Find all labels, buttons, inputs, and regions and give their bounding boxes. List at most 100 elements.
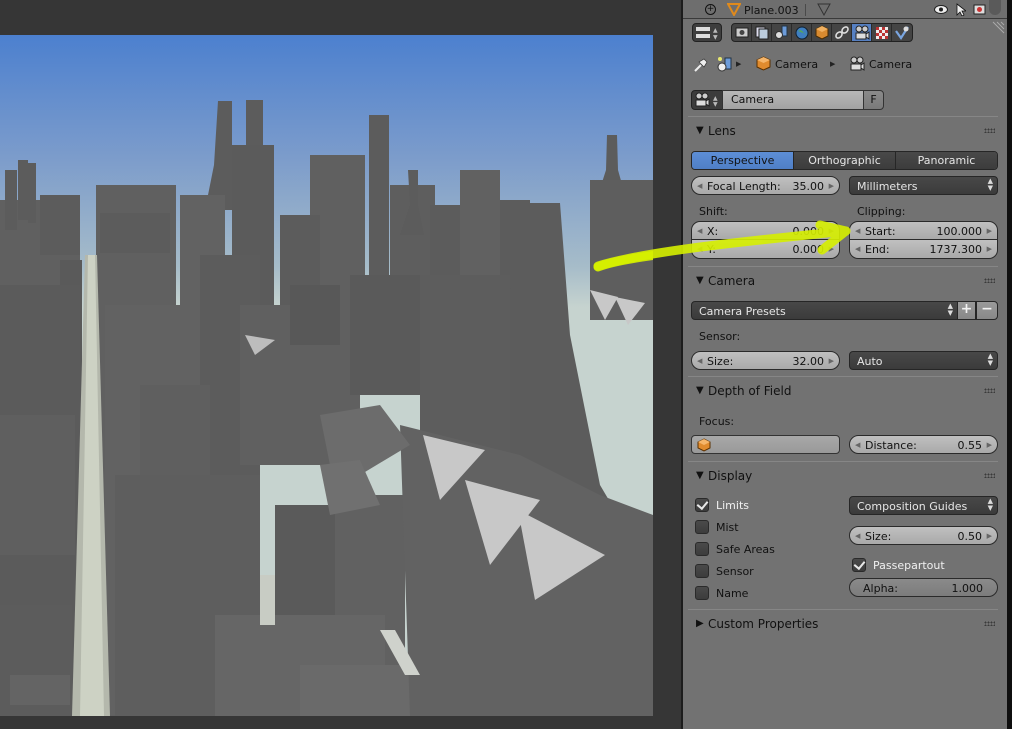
camera-presets-dropdown[interactable]: Camera Presets ▲ ▼ [691,301,958,320]
clip-end-field[interactable]: ◀ End: 1737.300 ▶ [849,240,998,259]
increment-arrow-icon[interactable]: ▶ [987,532,992,540]
viewport-bottom-border [0,716,653,729]
increment-arrow-icon[interactable]: ▶ [987,245,992,253]
dropdown-value: Auto [857,355,883,368]
tab-constraints[interactable] [832,24,852,41]
lens-unit-dropdown[interactable]: Millimeters ▲ ▼ [849,176,998,195]
properties-editor-icon: ▲▼ [696,27,718,41]
projection-orthographic[interactable]: Orthographic [794,152,896,169]
focal-length-field[interactable]: ◀ Focal Length: 35.00 ▶ [691,176,840,195]
3d-viewport[interactable] [0,0,683,729]
tab-render-layers[interactable] [752,24,772,41]
sensor-label: Sensor: [699,330,741,343]
tab-particles[interactable] [892,24,912,41]
mist-checkbox[interactable] [695,520,709,534]
outliner-row[interactable]: + Plane.003 [683,0,1007,19]
tab-texture[interactable] [872,24,892,41]
field-label: Size: [707,355,734,368]
collapse-triangle-icon: ▼ [696,125,704,136]
panel-drag-handle[interactable] [984,388,995,393]
focus-object-field[interactable] [691,435,840,454]
decrement-arrow-icon[interactable]: ◀ [697,227,702,235]
field-label: Distance: [865,439,917,452]
breadcrumb-object: Camera [775,58,819,71]
decrement-arrow-icon[interactable]: ◀ [855,441,860,449]
field-label: Start: [865,225,896,238]
panel-drag-handle[interactable] [984,278,995,283]
increment-arrow-icon[interactable]: ▶ [829,357,834,365]
world-icon [795,26,808,40]
focus-distance-field[interactable]: ◀ Distance: 0.55 ▶ [849,435,998,454]
tab-world[interactable] [792,24,812,41]
clip-start-field[interactable]: ◀ Start: 100.000 ▶ [849,221,998,240]
selectable-cursor-icon[interactable] [956,3,966,16]
sensor-checkbox[interactable] [695,564,709,578]
panel-drag-handle[interactable] [984,128,995,133]
updown-arrows-icon: ▲ ▼ [987,177,993,192]
display-panel-header[interactable]: ▼ Display [683,466,1007,486]
expand-icon[interactable]: + [705,4,716,15]
separator [805,4,806,16]
decrement-arrow-icon[interactable]: ◀ [697,357,702,365]
pin-icon[interactable] [693,57,709,73]
decrement-arrow-icon[interactable]: ◀ [697,245,702,253]
name-checkbox[interactable] [695,586,709,600]
increment-arrow-icon[interactable]: ▶ [987,441,992,449]
object-icon [815,25,828,40]
collapse-triangle-icon: ▼ [696,385,704,396]
editor-type-button[interactable]: ▲ ▼ [692,23,722,42]
decrement-arrow-icon[interactable]: ◀ [697,182,702,190]
svg-text:▲: ▲ [713,27,718,34]
panel-drag-handle[interactable] [984,473,995,478]
decrement-arrow-icon[interactable]: ◀ [855,532,860,540]
sensor-fit-dropdown[interactable]: Auto ▲ ▼ [849,351,998,370]
shift-y-field[interactable]: ◀ Y: 0.000 ▶ [691,240,840,259]
browse-camera-button[interactable]: ▲ ▼ [691,90,723,110]
projection-perspective[interactable]: Perspective [692,152,794,169]
particles-icon [895,26,909,40]
limits-checkbox[interactable] [695,498,709,512]
scene-icon [774,25,787,39]
camera-name-field[interactable]: Camera [722,90,864,110]
display-size-field[interactable]: ◀ Size: 0.50 ▶ [849,526,998,545]
fake-user-button[interactable]: F [863,90,884,110]
composition-guides-dropdown[interactable]: Composition Guides ▲ ▼ [849,496,998,515]
add-preset-button[interactable]: + [957,301,976,320]
camera-panel-header[interactable]: ▼ Camera [683,271,1007,291]
sensor-size-field[interactable]: ◀ Size: 32.00 ▶ [691,351,840,370]
outliner-scrollbar[interactable] [989,0,1001,15]
context-tab-group [731,23,913,42]
outliner-object-name[interactable]: Plane.003 [744,4,799,17]
camera-view-render[interactable] [0,35,653,716]
svg-text:▼: ▼ [713,101,718,108]
dof-panel-header[interactable]: ▼ Depth of Field [683,381,1007,401]
increment-arrow-icon[interactable]: ▶ [829,182,834,190]
panel-drag-handle[interactable] [984,621,995,626]
visibility-eye-icon[interactable] [934,5,948,14]
tab-object[interactable] [812,24,832,41]
projection-panoramic[interactable]: Panoramic [896,152,997,169]
mesh-data-icon [817,3,831,16]
renderable-camera-icon[interactable] [973,3,986,15]
passepartout-alpha-field[interactable]: Alpha: 1.000 [849,578,998,597]
custom-properties-panel-header[interactable]: ▶ Custom Properties [683,614,1007,634]
shift-x-field[interactable]: ◀ X: 0.000 ▶ [691,221,840,240]
decrement-arrow-icon[interactable]: ◀ [855,245,860,253]
checkbox-label: Passepartout [873,559,945,572]
field-value: 0.50 [957,530,983,543]
tab-camera-data[interactable] [852,24,872,41]
tab-scene[interactable] [772,24,792,41]
remove-preset-button[interactable]: − [976,301,998,320]
area-resize-corner[interactable] [991,21,1005,35]
properties-context-tabs: ▲ ▼ [683,20,1007,46]
increment-arrow-icon[interactable]: ▶ [829,245,834,253]
passepartout-checkbox[interactable] [852,558,866,572]
safe-areas-checkbox[interactable] [695,542,709,556]
increment-arrow-icon[interactable]: ▶ [987,227,992,235]
increment-arrow-icon[interactable]: ▶ [829,227,834,235]
lens-panel-header[interactable]: ▼ Lens [683,121,1007,141]
tab-render[interactable] [732,24,752,41]
collapse-triangle-icon: ▼ [696,275,704,286]
divider [688,116,998,117]
decrement-arrow-icon[interactable]: ◀ [855,227,860,235]
